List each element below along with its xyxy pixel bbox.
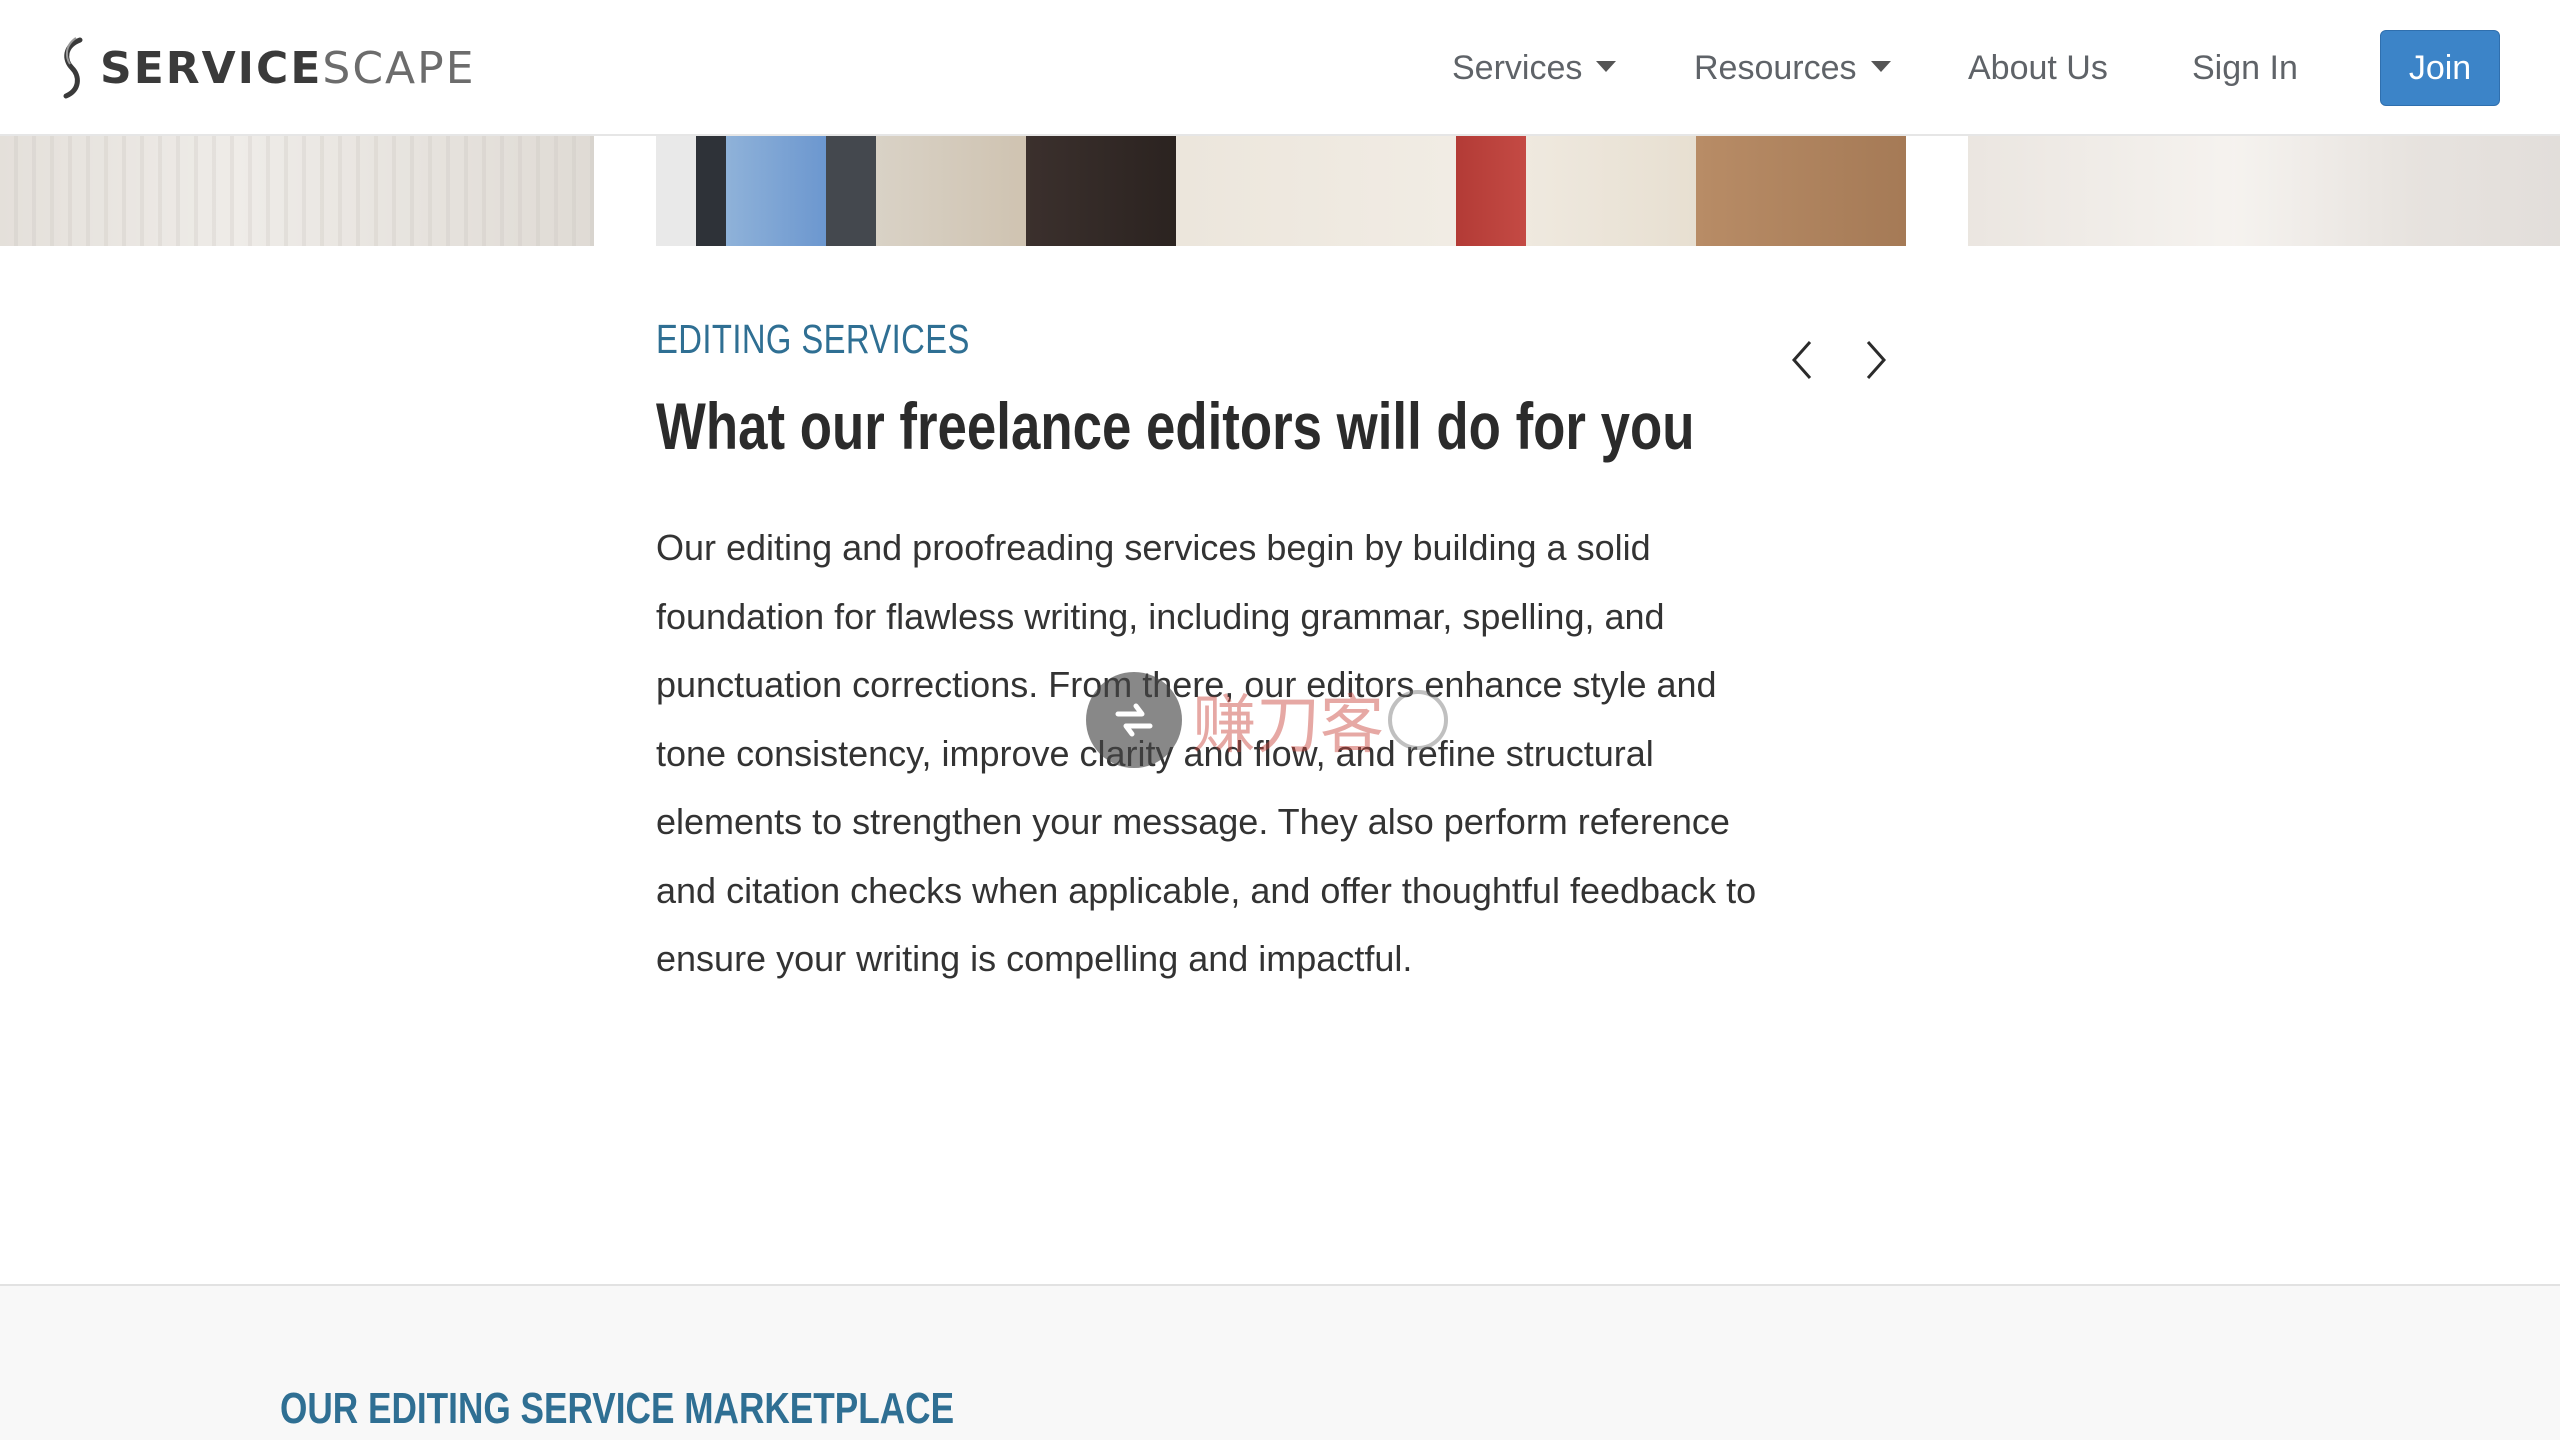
nav-sign-in-link[interactable]: Sign In — [2192, 0, 2298, 136]
marketplace-title: OUR EDITING SERVICE MARKETPLACE — [280, 1384, 955, 1433]
site-header: SERVICESCAPE Services Resources About Us… — [0, 0, 2560, 136]
join-button[interactable]: Join — [2380, 30, 2500, 106]
slide-description: Our editing and proofreading services be… — [656, 527, 1757, 979]
nav-services-dropdown[interactable]: Services — [1452, 0, 1617, 136]
carousel-image-previous — [0, 136, 594, 246]
servicescape-logo[interactable]: SERVICESCAPE — [58, 36, 476, 100]
carousel-image-current — [656, 136, 1906, 246]
page-title: What our freelance editors will do for y… — [656, 389, 1695, 463]
logo-text-service: SERVICE — [100, 42, 323, 94]
nav-resources-dropdown[interactable]: Resources — [1694, 0, 1891, 136]
s-logo-icon — [63, 37, 83, 99]
chevron-right-icon — [1866, 341, 1887, 379]
logo-text: SERVICESCAPE — [100, 43, 476, 94]
carousel-next-button[interactable] — [1854, 334, 1898, 386]
nav-services-label: Services — [1452, 48, 1583, 87]
nav-resources-label: Resources — [1694, 48, 1857, 87]
chevron-left-icon — [1791, 341, 1812, 379]
caret-down-icon — [1596, 60, 1617, 72]
nav-about-link[interactable]: About Us — [1968, 0, 2108, 136]
section-kicker: EDITING SERVICES — [656, 316, 970, 362]
logo-text-scape: SCAPE — [322, 42, 476, 94]
carousel-image-next — [1968, 136, 2560, 246]
carousel-prev-button[interactable] — [1780, 334, 1824, 386]
caret-down-icon — [1870, 60, 1891, 72]
